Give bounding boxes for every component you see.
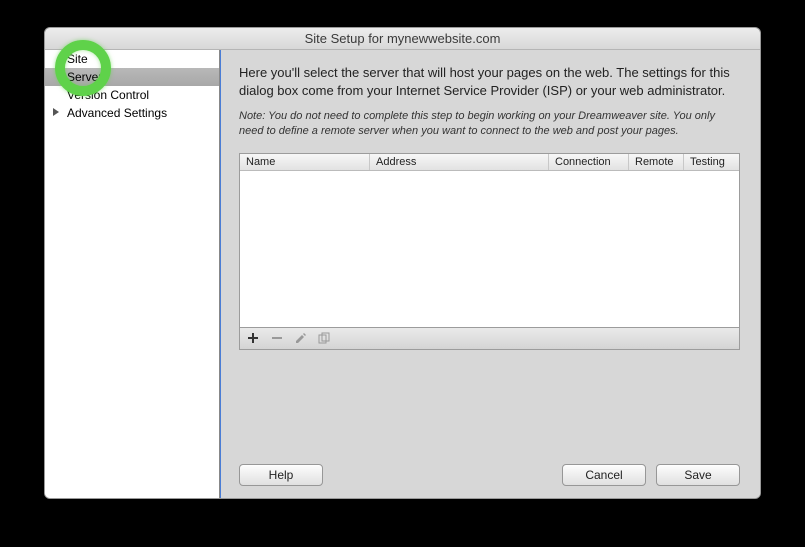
chevron-right-icon xyxy=(53,108,59,116)
add-server-button[interactable] xyxy=(244,330,262,346)
sidebar-item-version-control[interactable]: Version Control xyxy=(45,86,219,104)
sidebar-item-advanced-settings[interactable]: Advanced Settings xyxy=(45,104,219,122)
dialog-content: Site Servers Version Control Advanced Se… xyxy=(45,50,760,498)
sidebar: Site Servers Version Control Advanced Se… xyxy=(45,50,220,498)
site-setup-dialog: Site Setup for mynewwebsite.com Site Ser… xyxy=(44,27,761,499)
sidebar-item-label: Advanced Settings xyxy=(67,106,167,120)
table-header: Name Address Connection Remote Testing xyxy=(240,154,739,171)
intro-text: Here you'll select the server that will … xyxy=(239,64,740,99)
cancel-button[interactable]: Cancel xyxy=(562,464,646,486)
duplicate-server-button[interactable] xyxy=(316,330,334,346)
button-row: Help Cancel Save xyxy=(239,424,740,486)
spacer xyxy=(333,464,552,486)
column-header-testing[interactable]: Testing xyxy=(684,154,739,170)
column-header-address[interactable]: Address xyxy=(370,154,549,170)
plus-icon xyxy=(247,332,259,344)
column-header-name[interactable]: Name xyxy=(240,154,370,170)
table-toolbar xyxy=(239,328,740,350)
dialog-title: Site Setup for mynewwebsite.com xyxy=(45,28,760,50)
sidebar-item-label: Version Control xyxy=(67,88,149,102)
main-panel: Here you'll select the server that will … xyxy=(220,50,760,498)
column-header-connection[interactable]: Connection xyxy=(549,154,629,170)
servers-table: Name Address Connection Remote Testing xyxy=(239,153,740,328)
help-button[interactable]: Help xyxy=(239,464,323,486)
sidebar-item-servers[interactable]: Servers xyxy=(45,68,219,86)
pencil-icon xyxy=(295,332,307,344)
table-body[interactable] xyxy=(240,171,739,327)
duplicate-icon xyxy=(318,332,332,344)
note-text: Note: You do not need to complete this s… xyxy=(239,109,740,139)
edit-server-button[interactable] xyxy=(292,330,310,346)
column-header-remote[interactable]: Remote xyxy=(629,154,684,170)
sidebar-item-label: Site xyxy=(67,52,88,66)
sidebar-item-site[interactable]: Site xyxy=(45,50,219,68)
save-button[interactable]: Save xyxy=(656,464,740,486)
minus-icon xyxy=(271,332,283,344)
remove-server-button[interactable] xyxy=(268,330,286,346)
sidebar-item-label: Servers xyxy=(67,70,108,84)
